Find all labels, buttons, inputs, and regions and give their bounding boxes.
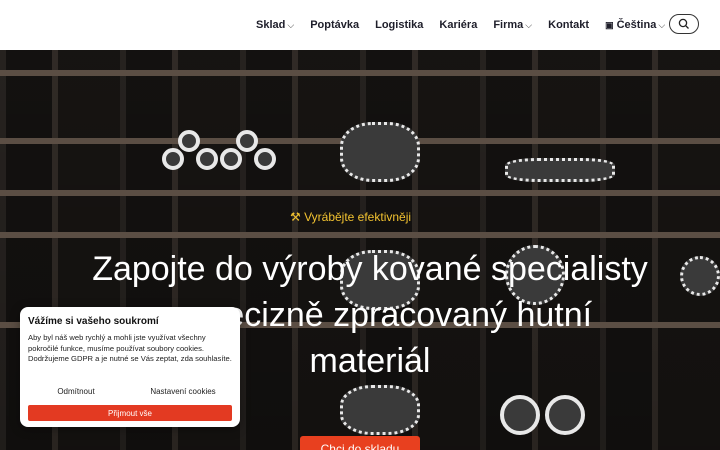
cookie-settings-button[interactable]: Nastavení cookies <box>134 383 232 399</box>
chevron-down-icon: ⌵ <box>658 19 666 30</box>
cookie-accept-button[interactable]: Přijmout vše <box>28 405 232 421</box>
sparkle-icon: ⚒ <box>290 210 305 224</box>
nav-item-firma[interactable]: Firma ⌵ <box>493 19 532 31</box>
language-switcher[interactable]: ▣ Čeština ⌵ <box>605 19 665 31</box>
cookie-consent-dialog: Vážíme si vašeho soukromí Aby byl náš we… <box>20 307 240 427</box>
search-icon <box>678 18 689 29</box>
flag-icon: ▣ <box>605 19 614 30</box>
site-header: Sklad ⌵ Poptávka Logistika Kariéra Firma ⌵… <box>0 0 720 50</box>
main-nav: Sklad ⌵ Poptávka Logistika Kariéra Firma ⌵… <box>256 0 681 50</box>
cookie-deny-button[interactable]: Odmítnout <box>28 383 124 399</box>
nav-item-poptavka[interactable]: Poptávka <box>310 19 359 31</box>
cookie-title: Vážíme si vašeho soukromí <box>28 316 159 327</box>
nav-item-kontakt[interactable]: Kontakt <box>548 19 589 31</box>
cookie-text: Aby byl náš web rychlý a mohli jste využ… <box>28 333 232 363</box>
search-button[interactable] <box>669 14 699 34</box>
rack-beam <box>0 232 720 238</box>
cta-button[interactable]: Chci do skladu <box>300 436 420 450</box>
rack-beam <box>0 190 720 196</box>
chevron-down-icon: ⌵ <box>287 19 295 30</box>
nav-item-logistika[interactable]: Logistika <box>375 19 423 31</box>
hero-tagline: ⚒ Vyrábějte efektivněji <box>290 210 412 224</box>
rack-beam <box>0 70 720 76</box>
nav-item-kariera[interactable]: Kariéra <box>439 19 477 31</box>
chevron-down-icon: ⌵ <box>525 19 533 30</box>
nav-item-sklad[interactable]: Sklad ⌵ <box>256 19 294 31</box>
